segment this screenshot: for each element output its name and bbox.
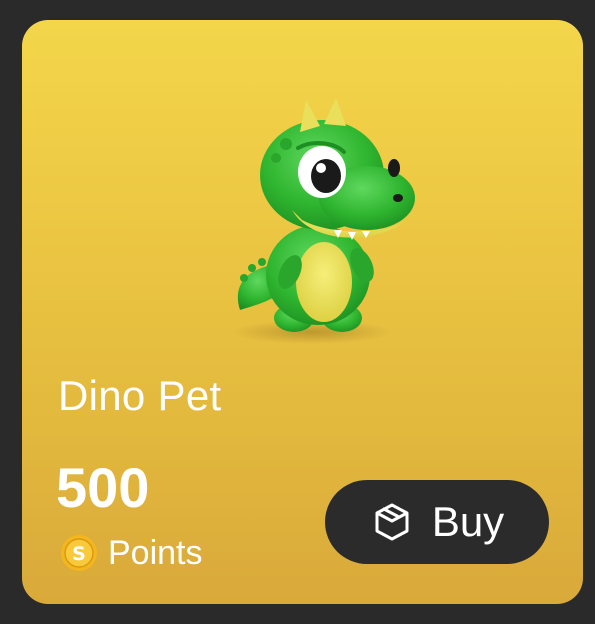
buy-button-label: Buy xyxy=(431,498,505,545)
product-card[interactable]: Dino Pet 500 S Points Buy xyxy=(22,20,583,604)
dino-pet-icon xyxy=(202,60,422,350)
product-title: Dino Pet xyxy=(58,372,222,419)
coin-icon: S xyxy=(61,535,97,571)
price-value: 500 xyxy=(56,456,150,519)
currency-row: S Points xyxy=(60,533,203,573)
buy-button[interactable]: Buy xyxy=(325,480,549,564)
shopping-bag-icon xyxy=(375,503,409,541)
coin-symbol: S xyxy=(72,543,86,565)
currency-label: Points xyxy=(108,533,203,572)
